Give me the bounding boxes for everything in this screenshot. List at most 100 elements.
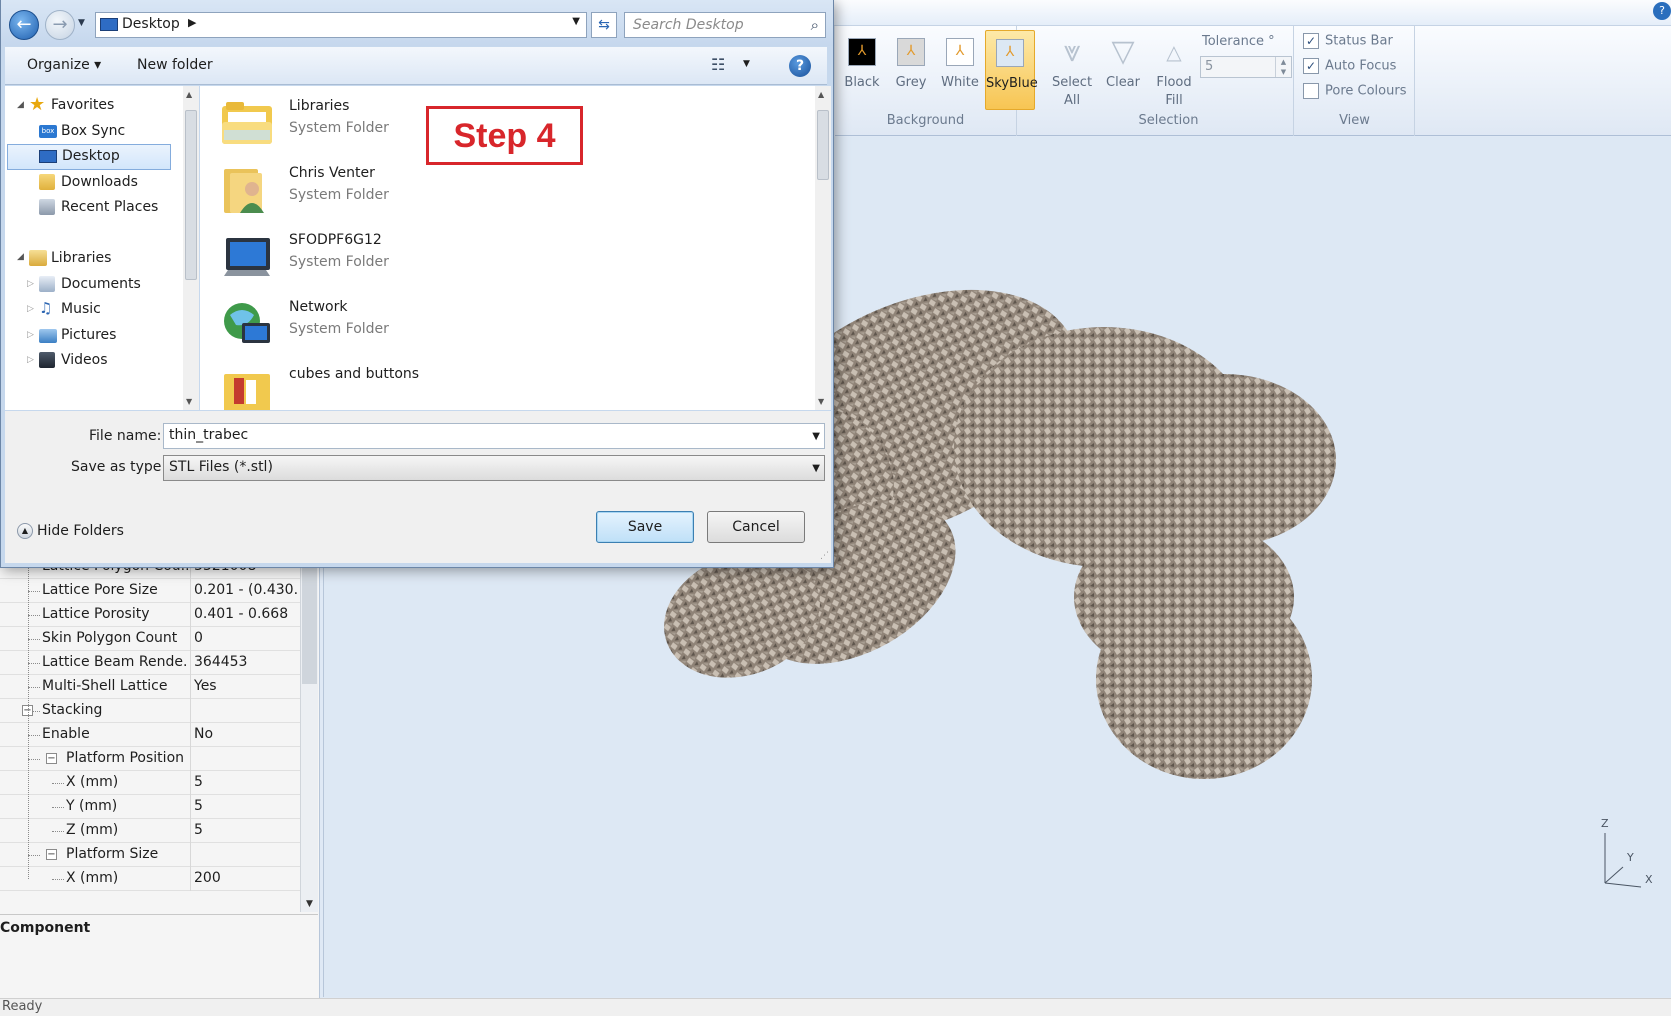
property-value: 5 [194,798,203,814]
clear-button[interactable]: ▽ Clear [1099,30,1147,110]
scroll-down-icon[interactable]: ▼ [818,397,824,406]
nav-pictures[interactable]: Pictures [5,323,181,349]
nav-favorites[interactable]: ★ Favorites [5,93,181,119]
history-dropdown-icon[interactable]: ▼ [78,18,85,28]
refresh-icon[interactable]: ⇆ [591,12,617,38]
property-row[interactable]: Platform Position − [0,747,300,771]
property-name: X (mm) [66,774,119,790]
nav-desktop[interactable]: Desktop [7,144,171,170]
bg-black-button[interactable]: Black [838,30,886,110]
scroll-up-icon[interactable]: ▲ [186,90,192,99]
address-bar[interactable]: Desktop ▶ ▼ [95,12,587,38]
forward-arrow-icon[interactable]: → [45,10,75,40]
new-folder-button[interactable]: New folder [137,57,213,73]
address-dropdown-icon[interactable]: ▼ [572,16,580,27]
organize-button[interactable]: Organize ▾ [27,57,101,73]
hide-folders-button[interactable]: ▲ Hide Folders [17,523,124,539]
auto-focus-checkbox[interactable]: ✓ Auto Focus [1303,58,1396,74]
bg-white-button[interactable]: White [936,30,984,110]
downloads-folder-icon [39,174,55,190]
navigation-scrollbar[interactable]: ▲ ▼ [183,86,199,410]
music-icon: ♫ [39,299,53,317]
file-name-value: thin_trabec [169,427,249,443]
collapse-icon[interactable]: − [46,849,57,860]
nav-libraries[interactable]: Libraries [5,246,181,272]
save-type-label: Save as type: [71,459,167,475]
chevron-down-icon[interactable]: ▼ [812,431,820,442]
chevron-down-icon[interactable]: ▼ [812,463,820,474]
flood-fill-icon: △ [1166,40,1182,64]
property-value: 0.201 - (0.430... [194,582,298,598]
property-row[interactable]: Lattice Porosity 0.401 - 0.668 [0,603,300,627]
column-divider [190,747,191,771]
scroll-thumb[interactable] [817,110,829,180]
property-row[interactable]: Stacking − [0,699,300,723]
property-row[interactable]: Multi-Shell Lattice Yes [0,675,300,699]
nav-videos[interactable]: Videos [5,348,181,374]
property-row[interactable]: Z (mm) 5 [0,819,300,843]
axis-lines [1604,833,1642,888]
nav-documents[interactable]: Documents [5,272,181,298]
tree-connector [28,591,40,592]
user-folder-icon [224,169,264,213]
app-help-icon[interactable]: ? [1653,2,1671,20]
flood-fill-button[interactable]: △ Flood Fill [1150,30,1198,110]
select-all-button[interactable]: ⩔ Select All [1048,30,1096,110]
back-arrow-icon[interactable]: ← [9,10,39,40]
status-bar: Ready [0,998,1671,1016]
file-item-folder[interactable]: cubes and buttons [220,360,520,410]
column-divider [190,651,191,675]
file-item-computer[interactable]: SFODPF6G12 System Folder [220,226,520,290]
property-row[interactable]: Lattice Pore Size 0.201 - (0.430... [0,579,300,603]
nav-recent-places[interactable]: Recent Places [5,195,181,221]
search-icon[interactable]: ⌕ [811,16,819,34]
tree-connector [52,879,64,880]
scroll-down-icon[interactable]: ▼ [186,397,192,406]
file-list-scrollbar[interactable]: ▲ ▼ [815,86,831,410]
column-divider [190,675,191,699]
pore-colours-checkbox[interactable]: Pore Colours [1303,83,1406,99]
property-row[interactable]: Lattice Beam Rende... 364453 [0,651,300,675]
scroll-thumb[interactable] [185,110,197,280]
property-name: Platform Size [66,846,159,862]
resize-grip-icon[interactable]: ⋰ [820,551,829,561]
property-value: 5 [194,822,203,838]
view-options-dropdown-icon[interactable]: ▼ [743,59,750,69]
property-row[interactable]: Skin Polygon Count 0 [0,627,300,651]
help-icon[interactable]: ? [789,55,811,77]
bg-skyblue-button[interactable]: SkyBlue [985,30,1038,110]
property-row[interactable]: Platform Size − [0,843,300,867]
cancel-button[interactable]: Cancel [707,511,805,543]
save-button[interactable]: Save [596,511,694,543]
properties-scrollbar[interactable]: ▼ [300,550,318,912]
scroll-up-icon[interactable]: ▲ [818,90,824,99]
status-bar-checkbox[interactable]: ✓ Status Bar [1303,33,1393,49]
file-name-field[interactable]: thin_trabec ▼ [163,423,825,449]
column-divider [190,771,191,795]
property-value: 0 [194,630,203,646]
component-title: Component [0,920,91,936]
property-row[interactable]: X (mm) 5 [0,771,300,795]
nav-box-sync[interactable]: box Box Sync [5,119,181,145]
change-view-icon[interactable]: ☷ [711,55,725,74]
bg-grey-button[interactable]: Grey [887,30,935,110]
nav-downloads[interactable]: Downloads [5,170,181,196]
tolerance-input[interactable]: 5 ▲ ▼ [1200,56,1292,78]
file-item-user-folder[interactable]: Chris Venter System Folder [220,159,520,223]
column-divider [190,867,191,891]
nav-music[interactable]: ♫ Music [5,297,181,323]
tree-connector [28,663,40,664]
save-type-select[interactable]: STL Files (*.stl) ▼ [163,455,825,481]
property-row[interactable]: X (mm) 200 [0,867,300,891]
collapse-icon[interactable]: − [46,753,57,764]
tolerance-spinner[interactable]: ▲ ▼ [1275,57,1291,77]
property-row[interactable]: Enable No [0,723,300,747]
scroll-down-icon[interactable]: ▼ [301,896,318,912]
search-input[interactable]: Search Desktop ⌕ [624,12,826,38]
breadcrumb-chevron-icon[interactable]: ▶ [188,16,196,29]
column-divider [190,795,191,819]
scroll-thumb[interactable] [302,554,317,684]
tree-connector [52,807,64,808]
file-item-network[interactable]: Network System Folder [220,293,520,357]
property-row[interactable]: Y (mm) 5 [0,795,300,819]
